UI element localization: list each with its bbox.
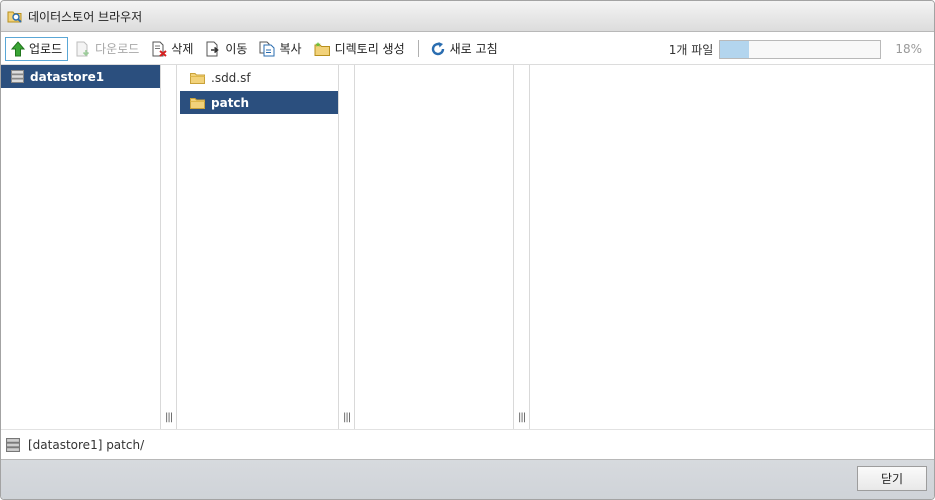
delete-button[interactable]: 삭제: [146, 37, 198, 61]
splitter-grip-icon: |||: [343, 412, 351, 423]
new-folder-icon: [314, 41, 330, 56]
datastore-name: datastore1: [30, 69, 105, 84]
folder-item[interactable]: .sdd.sf: [180, 66, 338, 89]
upload-progress-bar: [719, 39, 882, 59]
copy-label: 복사: [279, 42, 302, 56]
move-button[interactable]: 이동: [200, 37, 252, 61]
folder-item[interactable]: patch: [180, 91, 338, 114]
progress-percent: 18%: [895, 42, 922, 56]
folder-icon: [190, 97, 205, 109]
upload-label: 업로드: [29, 42, 63, 56]
window-title: 데이터스토어 브라우저: [28, 9, 143, 24]
splitter-grip-icon: |||: [165, 412, 173, 423]
file-column: [355, 65, 513, 429]
download-label: 다운로드: [95, 42, 140, 56]
column-splitter[interactable]: |||: [338, 65, 355, 429]
download-file-icon: [76, 41, 90, 56]
current-path: [datastore1] patch/: [28, 437, 145, 452]
preview-column: [530, 65, 934, 429]
dialog-footer: 닫기: [1, 459, 934, 499]
datastore-icon: [11, 70, 24, 83]
close-button[interactable]: 닫기: [857, 466, 927, 491]
folder-column: .sdd.sf patch: [177, 65, 338, 429]
delete-label: 삭제: [171, 42, 194, 56]
upload-button[interactable]: 업로드: [5, 36, 69, 61]
move-file-icon: [206, 41, 220, 56]
datastore-browser-icon: [7, 11, 22, 23]
toolbar: 업로드 다운로드 삭제 이동 복사 디렉토리 생성 새로 고침 1개 파일 18…: [1, 33, 934, 65]
refresh-button[interactable]: 새로 고침: [425, 37, 503, 61]
delete-file-icon: [152, 41, 167, 57]
folder-name: .sdd.sf: [211, 70, 251, 85]
file-browser: datastore1 ||| .sdd.sf patch ||| |||: [1, 65, 934, 429]
datastore-browser-window: 데이터스토어 브라우저 업로드 다운로드 삭제 이동 복사 디렉토리 생성 새로…: [0, 0, 935, 500]
datastore-column: datastore1: [1, 65, 160, 429]
file-count: 1개 파일: [668, 42, 714, 57]
progress-fill: [720, 40, 750, 58]
copy-file-icon: [259, 41, 275, 56]
column-splitter[interactable]: |||: [160, 65, 177, 429]
datastore-item[interactable]: datastore1: [1, 65, 160, 88]
title-bar: 데이터스토어 브라우저: [1, 1, 934, 32]
new-folder-button[interactable]: 디렉토리 생성: [309, 37, 410, 61]
refresh-label: 새로 고침: [449, 42, 498, 56]
folder-icon: [190, 72, 205, 84]
copy-button[interactable]: 복사: [254, 37, 306, 61]
path-bar: [datastore1] patch/: [1, 429, 934, 459]
new-folder-label: 디렉토리 생성: [334, 42, 405, 56]
datastore-icon: [6, 437, 20, 452]
column-splitter[interactable]: |||: [513, 65, 530, 429]
download-button[interactable]: 다운로드: [70, 37, 144, 61]
folder-name: patch: [211, 95, 250, 110]
toolbar-separator: [417, 40, 419, 57]
splitter-grip-icon: |||: [518, 412, 526, 423]
upload-arrow-icon: [11, 40, 25, 56]
transfer-status: 1개 파일 18%: [669, 33, 922, 65]
move-label: 이동: [225, 42, 248, 56]
refresh-icon: [431, 41, 444, 55]
